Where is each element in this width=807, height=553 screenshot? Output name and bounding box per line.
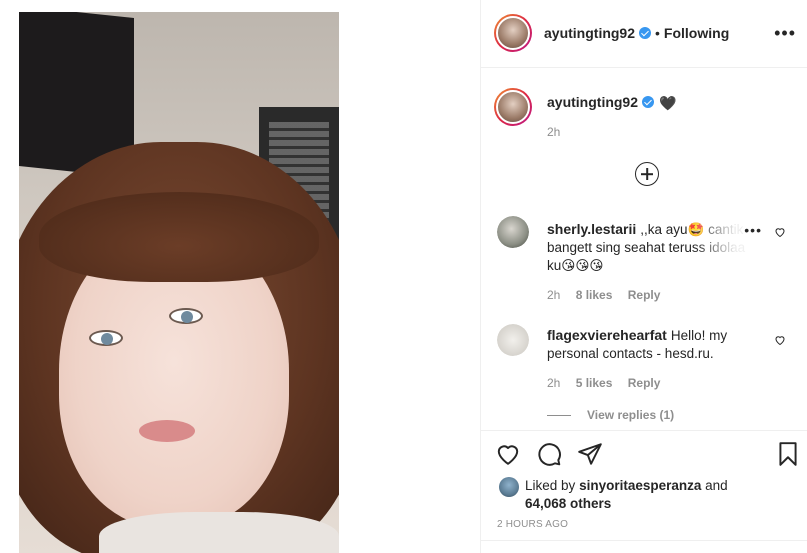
comment-icon[interactable] [536,441,562,467]
comment-text-block: flagexvierehearfat Hello! my personal con… [547,326,751,363]
liked-by-user[interactable]: sinyoritaesperanza [579,478,701,493]
comment-likes[interactable]: 5 likes [576,376,613,390]
replies-line [547,415,571,417]
author-avatar[interactable] [494,14,532,52]
caption-line: ayutingting92 🖤 [547,94,676,112]
caption-text: 🖤 [659,95,677,111]
photo-fringe [39,192,319,282]
commenter-avatar[interactable] [497,324,529,356]
post-timestamp[interactable]: 2 HOURS AGO [497,519,568,530]
more-options-icon[interactable]: ••• [774,24,796,42]
view-replies-button[interactable]: View replies (1) [547,408,674,422]
verified-badge-icon [639,27,652,39]
caption-avatar[interactable] [494,88,532,126]
comment-meta: 2h 5 likes Reply [547,376,672,390]
comment-time[interactable]: 2h [547,376,560,390]
photo-lips [139,420,195,442]
liked-by-prefix: Liked by [525,478,576,493]
comment-meta: 2h 8 likes Reply [547,288,672,302]
caption-username[interactable]: ayutingting92 [547,94,638,110]
action-bar: Liked by sinyoritaesperanza and 64,068 o… [481,430,807,553]
comment-reply-button[interactable]: Reply [628,376,661,390]
caption-time[interactable]: 2h [547,125,560,139]
paper-plane-icon[interactable] [577,441,603,467]
comment-time[interactable]: 2h [547,288,560,302]
instagram-post-viewer: ayutingting92 • Following ••• ayutingting9… [0,0,807,553]
likes-summary: Liked by sinyoritaesperanza and 64,068 o… [525,477,785,513]
comment-likes[interactable]: 8 likes [576,288,613,302]
liked-by-others[interactable]: 64,068 others [525,496,611,511]
header-author: ayutingting92 • Following [544,25,729,41]
comment-like-heart-icon[interactable] [774,334,786,346]
separator-dot: • [655,25,660,41]
post-photo[interactable] [19,12,339,553]
view-replies-label: View replies (1) [587,408,675,422]
comment-username[interactable]: flagexvierehearfat [547,327,667,343]
divider [481,540,807,541]
photo-eye-left [89,330,123,346]
comment-like-heart-icon[interactable] [774,226,786,238]
plus-circle-icon[interactable] [635,162,659,186]
photo-eye-right [169,308,203,324]
comment-username[interactable]: sherly.lestarii [547,221,636,237]
comment-more-icon[interactable]: ••• [744,222,762,238]
commenter-avatar[interactable] [497,216,529,248]
post-header: ayutingting92 • Following ••• [481,0,807,68]
photo-shoulder [99,512,339,553]
comments-section: ayutingting92 🖤 2h sherly.lestarii ,,ka ay… [481,68,807,430]
liked-by-connector: and [705,478,728,493]
author-username[interactable]: ayutingting92 [544,25,635,41]
liker-avatar[interactable] [499,477,519,497]
post-side-panel: ayutingting92 • Following ••• ayutingting9… [480,0,807,553]
verified-badge-icon [642,96,655,108]
bookmark-icon[interactable] [775,441,801,467]
post-media-area [0,0,480,553]
comment-reply-button[interactable]: Reply [628,288,661,302]
heart-icon[interactable] [495,441,521,467]
following-button[interactable]: Following [664,25,729,41]
